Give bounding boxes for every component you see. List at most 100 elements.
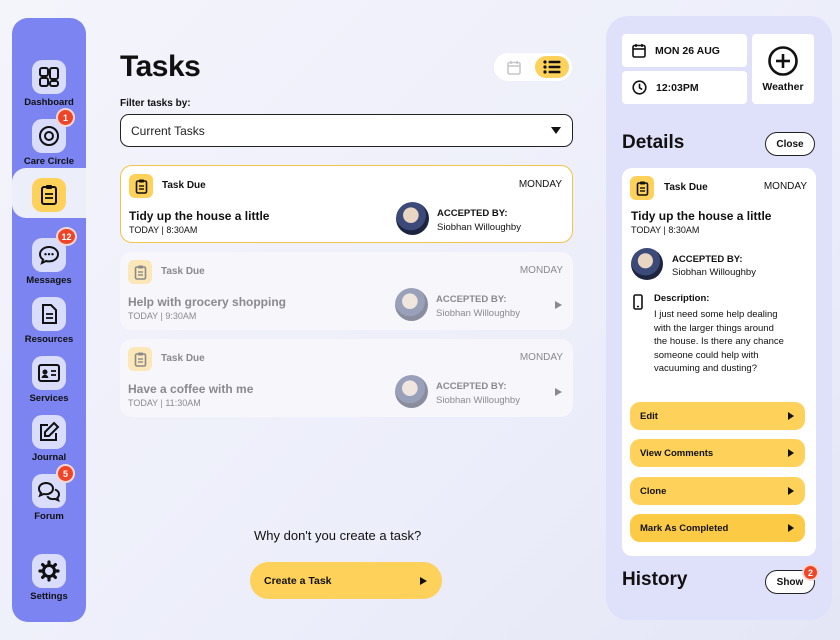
details-card: Task Due MONDAY Tidy up the house a litt… [622,168,816,556]
filter-label: Filter tasks by: [120,98,191,109]
sidebar-item-tasks[interactable] [12,168,86,218]
gear-icon [32,554,66,588]
notification-badge: 1 [56,108,75,127]
view-comments-button[interactable]: View Comments [630,439,805,467]
create-task-prompt: Why don't you create a task? [254,528,422,543]
task-time: TODAY | 8:30AM [631,225,700,235]
clipboard-icon [129,174,153,198]
sidebar-item-label: Dashboard [24,97,74,108]
play-arrow-icon [788,449,794,457]
services-icon [32,356,66,390]
sidebar-item-label: Care Circle [23,156,75,167]
sidebar-item-services[interactable]: Services [12,354,86,410]
history-heading: History [622,569,688,590]
filter-selected-value: Current Tasks [131,123,205,138]
edit-button[interactable]: Edit [630,402,805,430]
list-icon [543,60,561,74]
task-day: MONDAY [763,181,807,192]
tasks-icon [32,178,66,212]
action-label: Edit [640,410,658,422]
accepted-by-name: Siobhan Willoughby [672,267,756,278]
clipboard-icon [630,176,654,200]
task-title: Tidy up the house a little [631,209,772,223]
task-due-label: Task Due [664,182,708,193]
sidebar-item-label: Forum [34,511,64,522]
date-text: MON 26 AUG [655,44,720,57]
avatar [395,288,428,321]
play-arrow-icon[interactable] [554,387,563,397]
list-view-button[interactable] [534,56,569,78]
description-text: I just need some help dealing with the l… [654,309,784,374]
phone-icon [633,294,643,310]
task-card[interactable]: Task Due MONDAY Have a coffee with me TO… [120,339,573,417]
details-heading: Details [622,132,685,153]
close-button[interactable]: Close [765,132,815,156]
clipboard-icon [128,260,152,284]
accepted-by-name: Siobhan Willoughby [436,395,520,406]
sidebar-item-label: Settings [30,591,68,602]
task-day: MONDAY [519,265,563,276]
clock-icon [632,80,647,95]
action-label: Clone [640,485,667,497]
sidebar-item-journal[interactable]: Journal [12,413,86,469]
notification-badge: 2 [802,564,819,581]
play-arrow-icon[interactable] [554,300,563,310]
caret-down-icon [551,127,561,134]
sidebar-item-messages[interactable]: Messages [12,236,86,292]
task-time: TODAY | 11:30AM [128,398,201,408]
sidebar-item-label: Messages [26,275,72,286]
create-task-label: Create a Task [264,574,332,587]
task-due-label: Task Due [162,180,206,191]
sidebar-item-resources[interactable]: Resources [12,295,86,351]
avatar [395,375,428,408]
play-arrow-icon [788,412,794,420]
task-due-label: Task Due [161,266,205,277]
calendar-icon [507,60,522,75]
task-day: MONDAY [518,179,562,190]
accepted-by-label: ACCEPTED BY: [436,381,507,392]
mark-completed-button[interactable]: Mark As Completed [630,514,805,542]
weather-button[interactable]: Weather [752,34,814,104]
filter-select[interactable]: Current Tasks [120,114,573,147]
journal-icon [32,415,66,449]
resources-icon [32,297,66,331]
page-title: Tasks [120,50,201,83]
sidebar-item-label: Resources [24,334,74,345]
create-task-button[interactable]: Create a Task [250,562,442,599]
calendar-view-button[interactable] [497,56,532,78]
accepted-by-label: ACCEPTED BY: [672,254,743,265]
date-chip: MON 26 AUG [622,34,747,67]
weather-label: Weather [762,81,804,93]
accepted-by-name: Siobhan Willoughby [437,222,521,233]
clipboard-icon [128,347,152,371]
task-day: MONDAY [519,352,563,363]
sidebar-item-care-circle[interactable]: Care Circle [12,117,86,173]
calendar-icon [632,44,646,58]
play-arrow-icon [788,487,794,495]
action-label: View Comments [640,447,714,459]
description-label: Description: [654,293,710,304]
sidebar-item-label: Services [29,393,69,404]
plus-circle-icon [768,46,798,76]
sidebar-item-settings[interactable]: Settings [12,552,86,608]
time-chip: 12:03PM [622,71,747,104]
task-time: TODAY | 8:30AM [129,225,198,235]
sidebar-item-dashboard[interactable]: Dashboard [12,58,86,114]
task-title: Have a coffee with me [128,382,254,396]
task-card[interactable]: Task Due MONDAY Tidy up the house a litt… [120,165,573,243]
notification-badge: 12 [56,227,77,246]
details-panel: MON 26 AUG 12:03PM Weather Details Close… [606,16,832,620]
dashboard-icon [32,60,66,94]
avatar [396,202,429,235]
task-time: TODAY | 9:30AM [128,311,197,321]
action-label: Mark As Completed [640,522,729,534]
task-card[interactable]: Task Due MONDAY Help with grocery shoppi… [120,252,573,330]
accepted-by-name: Siobhan Willoughby [436,308,520,319]
clone-button[interactable]: Clone [630,477,805,505]
task-title: Tidy up the house a little [129,209,270,223]
play-arrow-icon [788,524,794,532]
view-toggle [494,53,572,81]
sidebar-item-forum[interactable]: Forum [12,472,86,528]
task-title: Help with grocery shopping [128,295,287,309]
avatar [631,248,663,280]
